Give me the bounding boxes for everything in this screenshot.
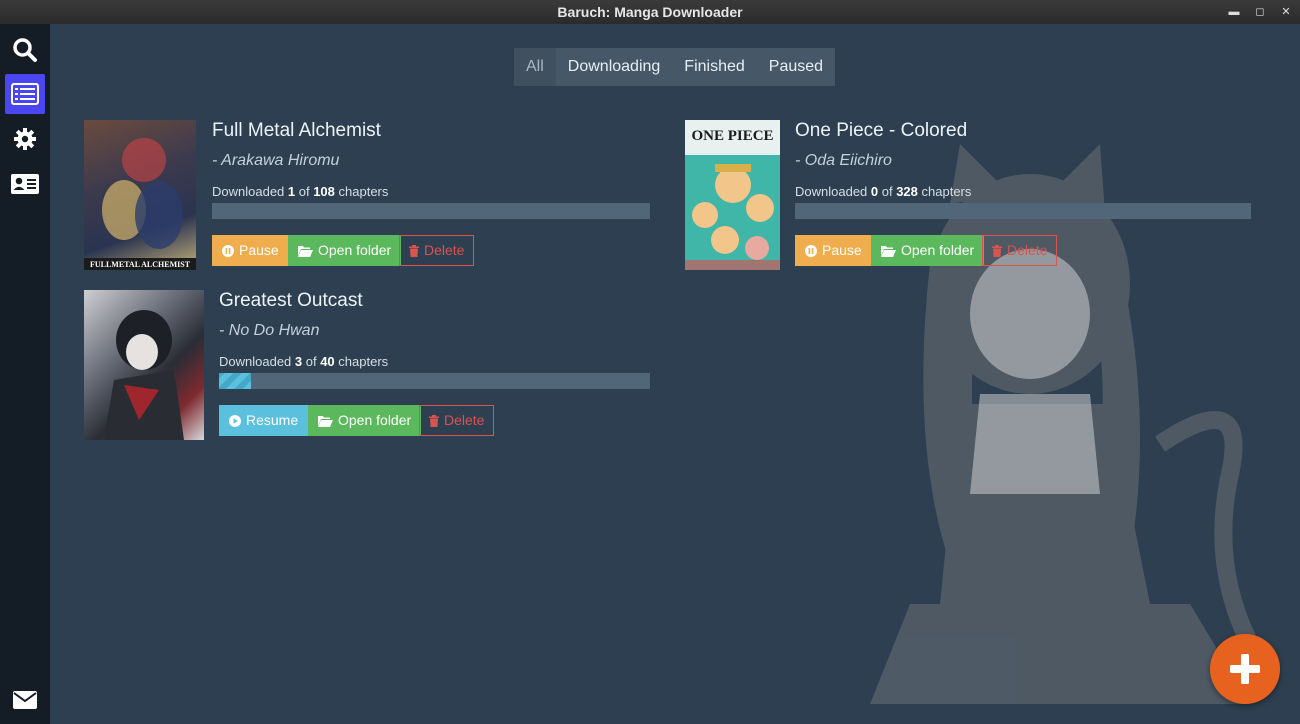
- open-folder-button[interactable]: Open folder: [288, 235, 402, 266]
- manga-cover[interactable]: ONE PIECE: [685, 120, 780, 270]
- manga-cover[interactable]: FULLMETAL ALCHEMIST: [84, 120, 196, 270]
- open-folder-label: Open folder: [338, 412, 412, 428]
- tab-downloading[interactable]: Downloading: [556, 48, 673, 86]
- delete-button[interactable]: Delete: [399, 235, 475, 266]
- delete-button[interactable]: Delete: [982, 235, 1058, 266]
- cover-label: FULLMETAL ALCHEMIST: [89, 260, 191, 269]
- open-folder-label: Open folder: [318, 242, 392, 258]
- folder-open-icon: [298, 245, 313, 257]
- search-icon: [13, 38, 37, 62]
- pause-circle-icon: [805, 244, 817, 257]
- total-count: 108: [313, 184, 335, 199]
- delete-button-label: Delete: [1007, 242, 1048, 258]
- open-folder-button[interactable]: Open folder: [308, 405, 422, 436]
- tab-all[interactable]: All: [514, 48, 556, 86]
- window-title: Baruch: Manga Downloader: [557, 4, 743, 20]
- manga-card: FULLMETAL ALCHEMIST Full Metal Alchemist…: [84, 120, 654, 270]
- open-folder-button[interactable]: Open folder: [871, 235, 985, 266]
- progress-suffix: chapters: [334, 354, 389, 369]
- cover-art: [104, 310, 184, 440]
- sidebar: [0, 24, 50, 724]
- sidebar-item-contact[interactable]: [5, 680, 45, 720]
- cover-label: ONE PIECE: [691, 128, 774, 144]
- open-folder-label: Open folder: [901, 242, 975, 258]
- play-circle-icon: [229, 414, 241, 427]
- manga-card: Greatest Outcast - No Do Hwan Downloaded…: [84, 290, 654, 440]
- progress-bar-fill: [219, 373, 252, 389]
- progress-suffix: chapters: [917, 184, 972, 199]
- manga-cover[interactable]: [84, 290, 204, 440]
- manga-author: - Oda Eiichiro: [795, 152, 892, 169]
- delete-button[interactable]: Delete: [419, 405, 495, 436]
- manga-title: Greatest Outcast: [219, 290, 363, 311]
- envelope-icon: [13, 691, 37, 709]
- filter-tabs: All Downloading Finished Paused: [514, 48, 836, 86]
- manga-card: ONE PIECE One Piece - Colored - Oda Eiic…: [685, 120, 1255, 270]
- trash-icon: [992, 244, 1002, 257]
- progress-text: Downloaded 3 of 40 chapters: [219, 354, 388, 369]
- folder-open-icon: [318, 415, 333, 427]
- maximize-icon[interactable]: ◻: [1254, 0, 1266, 24]
- tab-finished[interactable]: Finished: [672, 48, 756, 86]
- sidebar-item-list[interactable]: [5, 74, 45, 114]
- pause-button[interactable]: Pause: [795, 235, 872, 266]
- pause-button-label: Pause: [822, 242, 862, 258]
- progress-suffix: chapters: [334, 184, 389, 199]
- manga-title: One Piece - Colored: [795, 120, 968, 141]
- cover-art: [84, 138, 196, 270]
- progress-bar: [212, 203, 650, 219]
- trash-icon: [429, 414, 439, 427]
- progress-of: of: [295, 184, 314, 199]
- sidebar-item-about[interactable]: [5, 164, 45, 204]
- minimize-icon[interactable]: ▬: [1228, 0, 1240, 24]
- manga-title: Full Metal Alchemist: [212, 120, 381, 141]
- progress-prefix: Downloaded: [795, 184, 871, 199]
- manga-author: - No Do Hwan: [219, 322, 320, 339]
- list-icon: [11, 83, 39, 105]
- progress-prefix: Downloaded: [219, 354, 295, 369]
- window-controls: ▬ ◻ ✕: [1228, 0, 1292, 24]
- pause-button-label: Pause: [239, 242, 279, 258]
- gear-icon: [14, 128, 36, 150]
- sidebar-item-settings[interactable]: [5, 119, 45, 159]
- delete-button-label: Delete: [424, 242, 465, 258]
- delete-button-label: Delete: [444, 412, 485, 428]
- total-count: 328: [896, 184, 918, 199]
- progress-text: Downloaded 1 of 108 chapters: [212, 184, 388, 199]
- progress-text: Downloaded 0 of 328 chapters: [795, 184, 971, 199]
- progress-bar: [795, 203, 1251, 219]
- progress-bar: [219, 373, 650, 389]
- total-count: 40: [320, 354, 335, 369]
- pause-button[interactable]: Pause: [212, 235, 289, 266]
- tab-paused[interactable]: Paused: [757, 48, 835, 86]
- manga-author: - Arakawa Hiromu: [212, 152, 340, 169]
- resume-button[interactable]: Resume: [219, 405, 309, 436]
- window-titlebar: Baruch: Manga Downloader ▬ ◻ ✕: [0, 0, 1300, 24]
- pause-circle-icon: [222, 244, 234, 257]
- resume-button-label: Resume: [246, 412, 299, 428]
- sidebar-item-search[interactable]: [5, 30, 45, 70]
- plus-icon: [1230, 654, 1260, 684]
- progress-of: of: [878, 184, 897, 199]
- folder-open-icon: [881, 245, 896, 257]
- progress-of: of: [302, 354, 321, 369]
- trash-icon: [409, 244, 419, 257]
- add-manga-button[interactable]: [1210, 634, 1280, 704]
- main-content: All Downloading Finished Paused FULLMETA…: [50, 24, 1300, 724]
- close-icon[interactable]: ✕: [1280, 0, 1292, 24]
- id-card-icon: [11, 174, 39, 194]
- progress-prefix: Downloaded: [212, 184, 288, 199]
